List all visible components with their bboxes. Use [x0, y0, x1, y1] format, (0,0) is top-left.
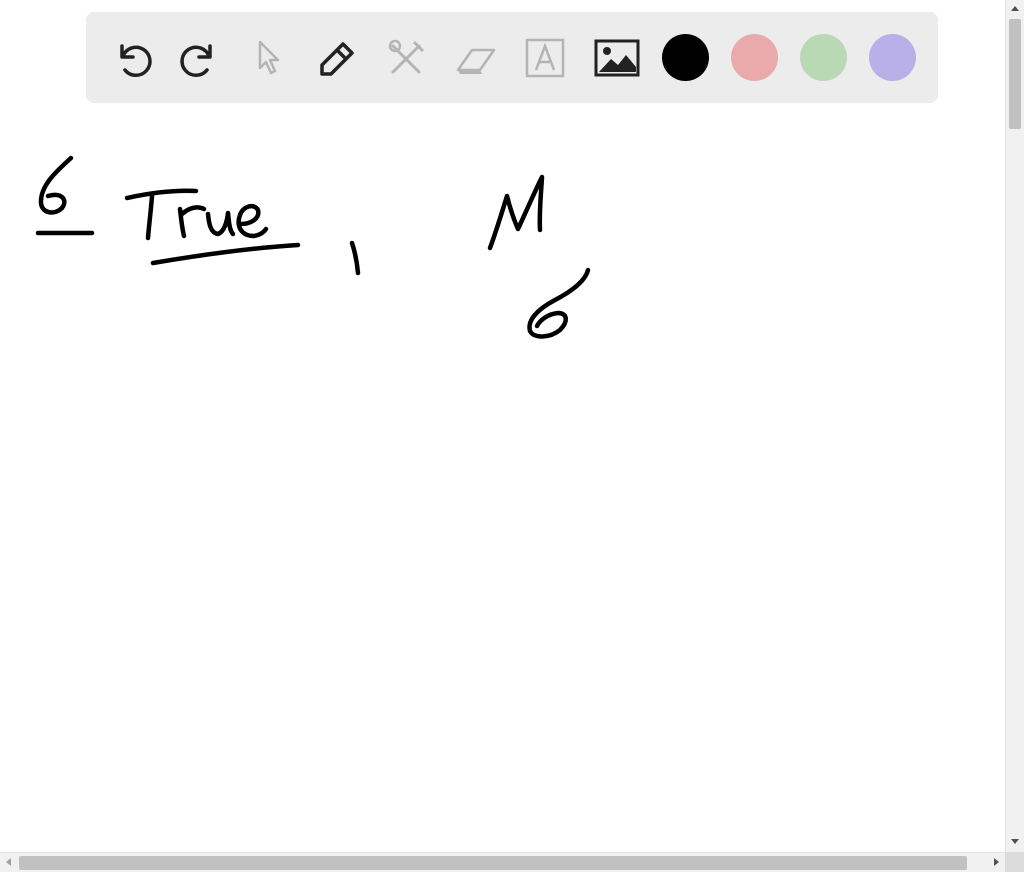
scroll-down-arrow-icon[interactable]: [1011, 839, 1019, 844]
drawing-canvas[interactable]: [0, 0, 1005, 852]
scroll-left-arrow-icon[interactable]: [6, 858, 11, 866]
horizontal-scrollbar[interactable]: [0, 852, 1005, 872]
handwritten-6-right: [527, 267, 591, 339]
handwritten-1: [349, 240, 361, 276]
handwritten-6-left: [35, 155, 95, 236]
handwriting-layer: [35, 155, 591, 339]
handwritten-m: [487, 174, 545, 251]
horizontal-scroll-thumb[interactable]: [19, 856, 967, 870]
vertical-scroll-thumb[interactable]: [1009, 19, 1021, 129]
scrollbar-corner: [1005, 852, 1024, 872]
vertical-scrollbar[interactable]: [1005, 0, 1024, 852]
scroll-right-arrow-icon[interactable]: [994, 858, 999, 866]
handwritten-true: [124, 188, 301, 266]
scroll-up-arrow-icon[interactable]: [1011, 6, 1019, 11]
